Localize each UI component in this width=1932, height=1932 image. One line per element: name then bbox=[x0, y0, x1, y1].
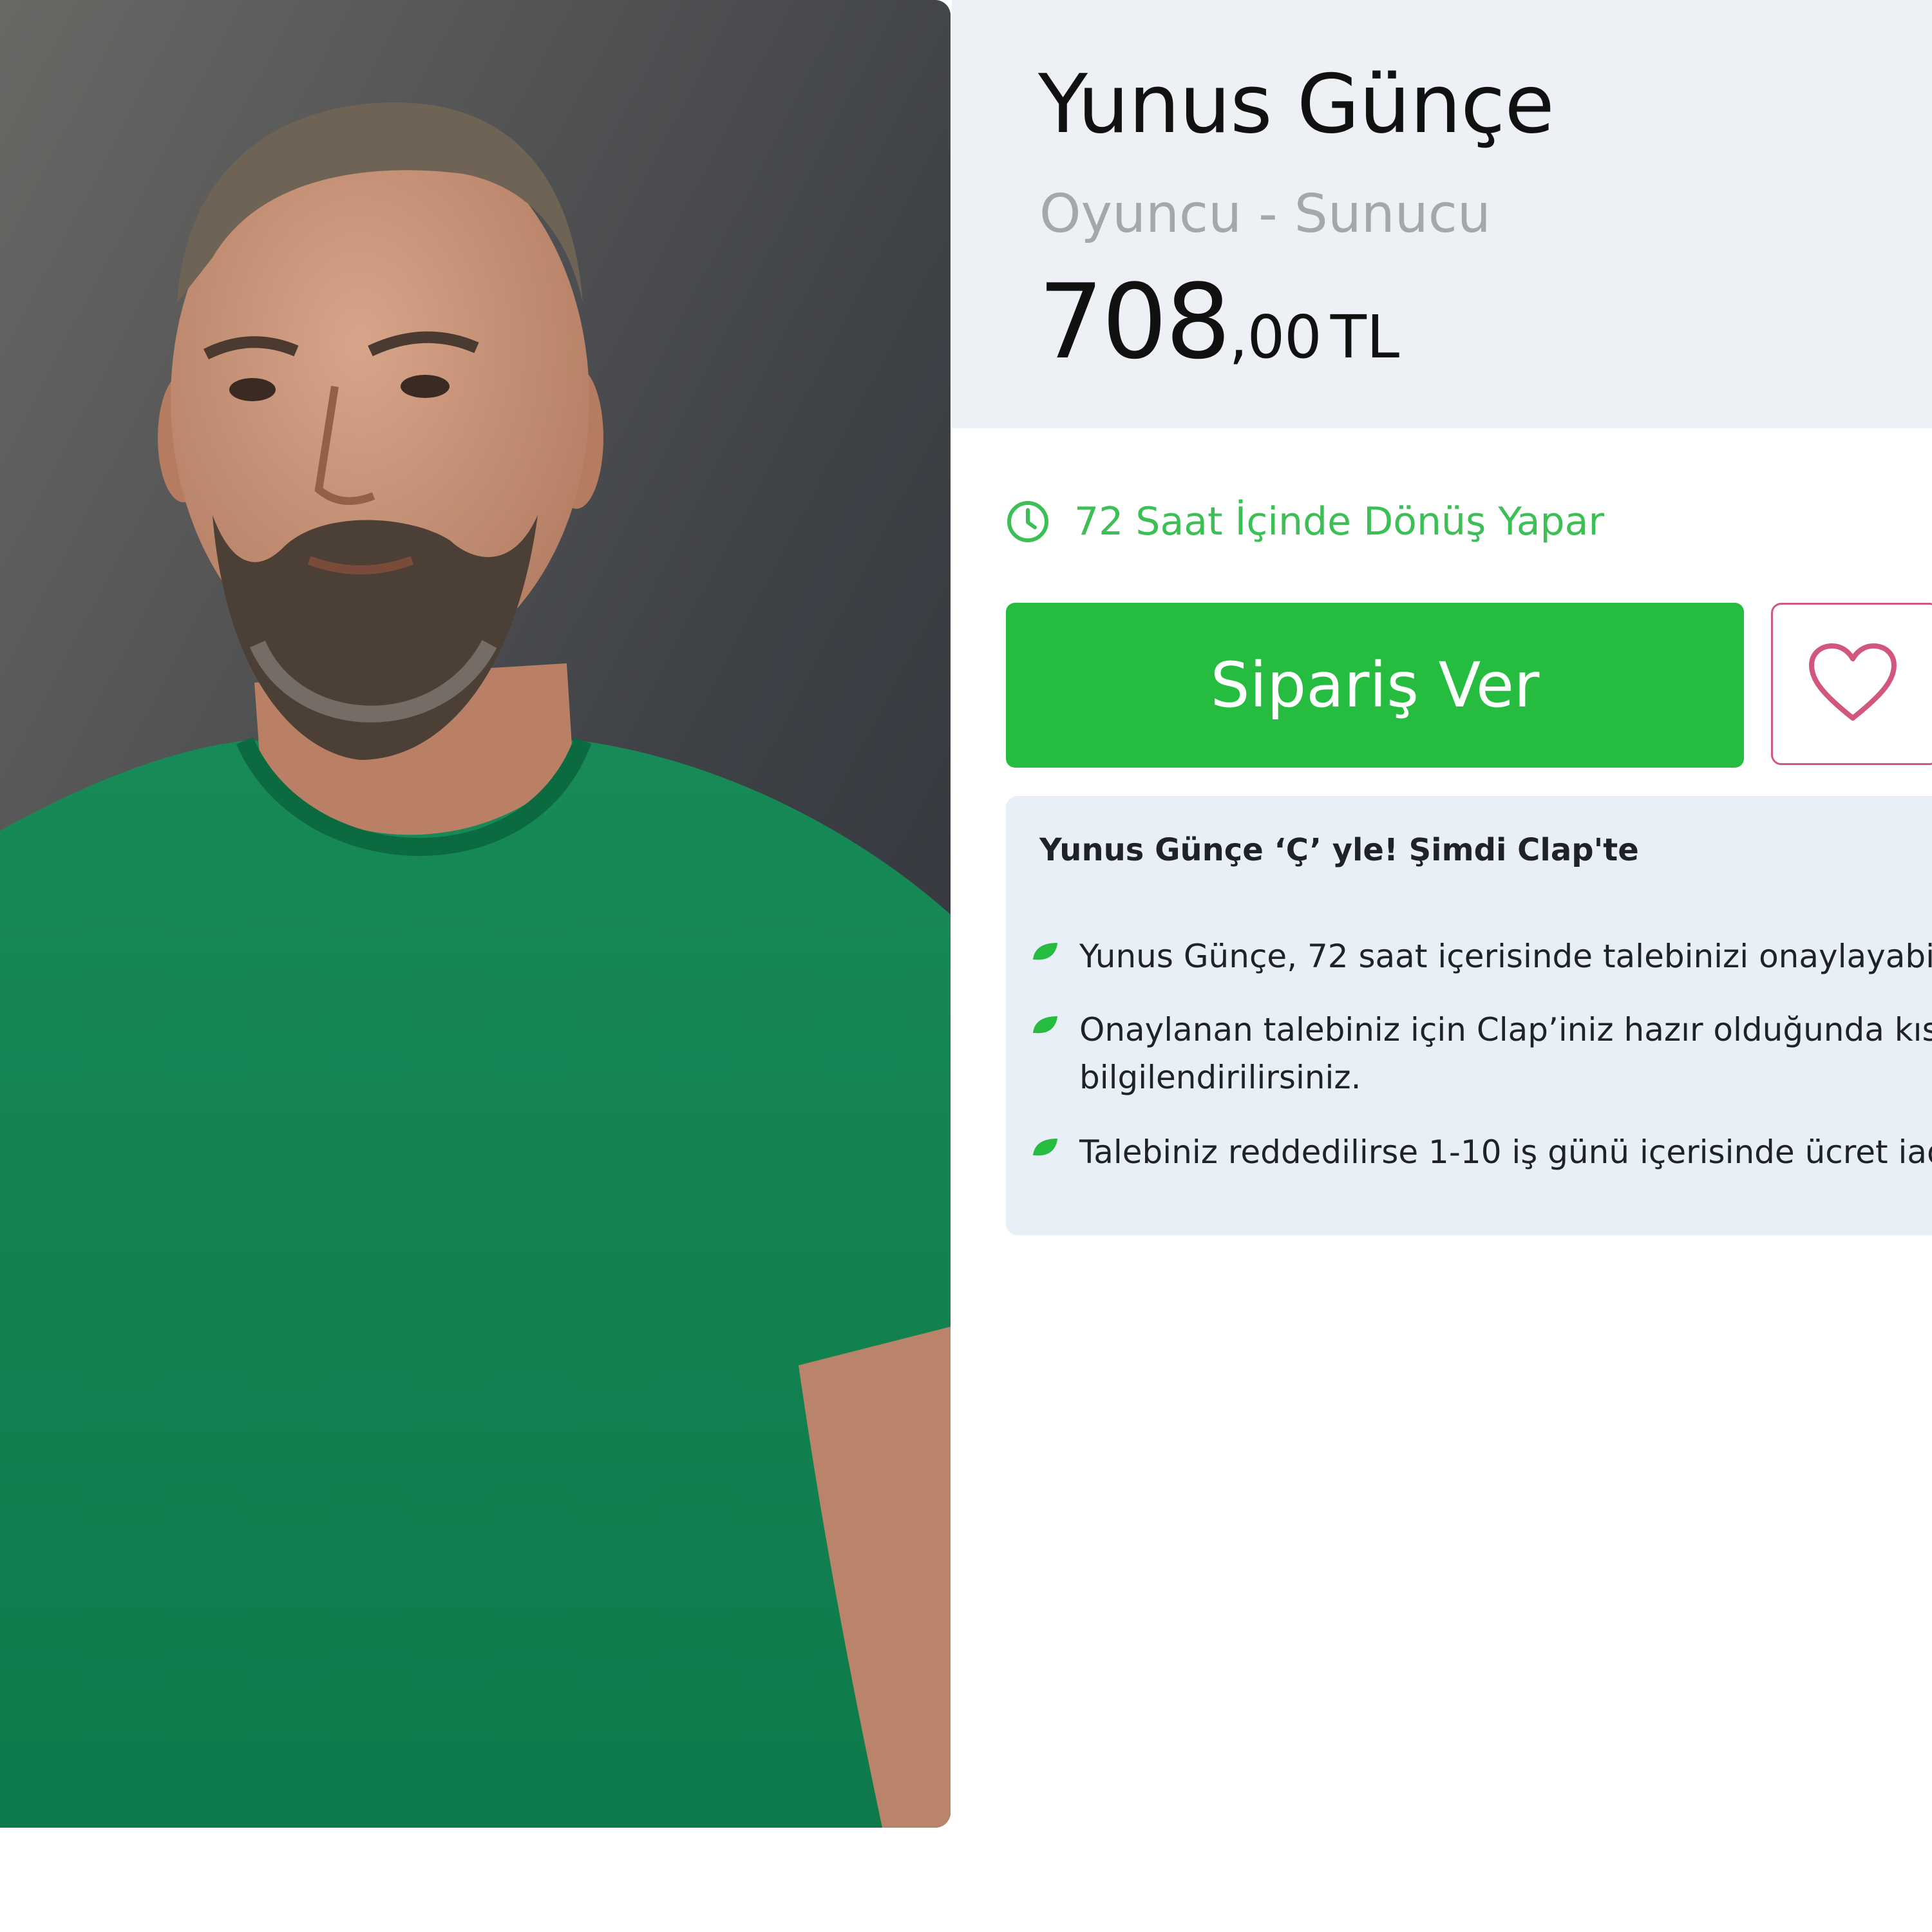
info-list-item: Talebiniz reddedilirse 1-10 iş günü içer… bbox=[1030, 1128, 1932, 1176]
price-currency: TL bbox=[1330, 303, 1400, 372]
info-card-title: Yunus Günçe ‘Ç’ yle! Şimdi Clap'te bbox=[1039, 832, 1639, 868]
price-amount: 708 bbox=[1038, 261, 1231, 382]
info-item-text: Talebiniz reddedilirse 1-10 iş günü içer… bbox=[1079, 1133, 1932, 1171]
info-item-text: Yunus Günçe, 72 saat içerisinde talebini… bbox=[1079, 938, 1932, 975]
info-item-line: bilgilendirilirsiniz. bbox=[1079, 1059, 1361, 1096]
info-item-line: Onaylanan talebiniz için Clap’iniz hazır… bbox=[1079, 1011, 1932, 1048]
celebrity-role: Oyuncu - Sunucu bbox=[1039, 184, 1491, 245]
leaf-icon bbox=[1033, 943, 1057, 960]
heart-icon bbox=[1809, 643, 1897, 721]
profile-page: Yunus Günçe Oyuncu - Sunucu 708,00 TL 72 … bbox=[0, 0, 1932, 1932]
response-time-text: 72 Saat İçinde Dönüş Yapar bbox=[1074, 499, 1605, 544]
price: 708,00 TL bbox=[1038, 270, 1399, 374]
favorite-button[interactable] bbox=[1771, 603, 1932, 765]
profile-photo-illustration bbox=[0, 0, 951, 1828]
clock-icon bbox=[1007, 501, 1048, 542]
order-button-label: Sipariş Ver bbox=[1210, 649, 1540, 721]
info-list-item: Onaylanan talebiniz için Clap’iniz hazır… bbox=[1030, 1006, 1932, 1101]
leaf-icon bbox=[1033, 1016, 1057, 1034]
response-time: 72 Saat İçinde Dönüş Yapar bbox=[1005, 496, 1604, 547]
profile-photo bbox=[0, 0, 951, 1828]
info-item-text: Onaylanan talebiniz için Clap’iniz hazır… bbox=[1079, 1006, 1932, 1101]
celebrity-name: Yunus Günçe bbox=[1038, 57, 1555, 151]
info-list-item: Yunus Günçe, 72 saat içerisinde talebini… bbox=[1030, 933, 1932, 980]
price-decimal: ,00 bbox=[1229, 303, 1321, 372]
order-button[interactable]: Sipariş Ver bbox=[1006, 603, 1744, 768]
leaf-icon bbox=[1033, 1139, 1057, 1156]
